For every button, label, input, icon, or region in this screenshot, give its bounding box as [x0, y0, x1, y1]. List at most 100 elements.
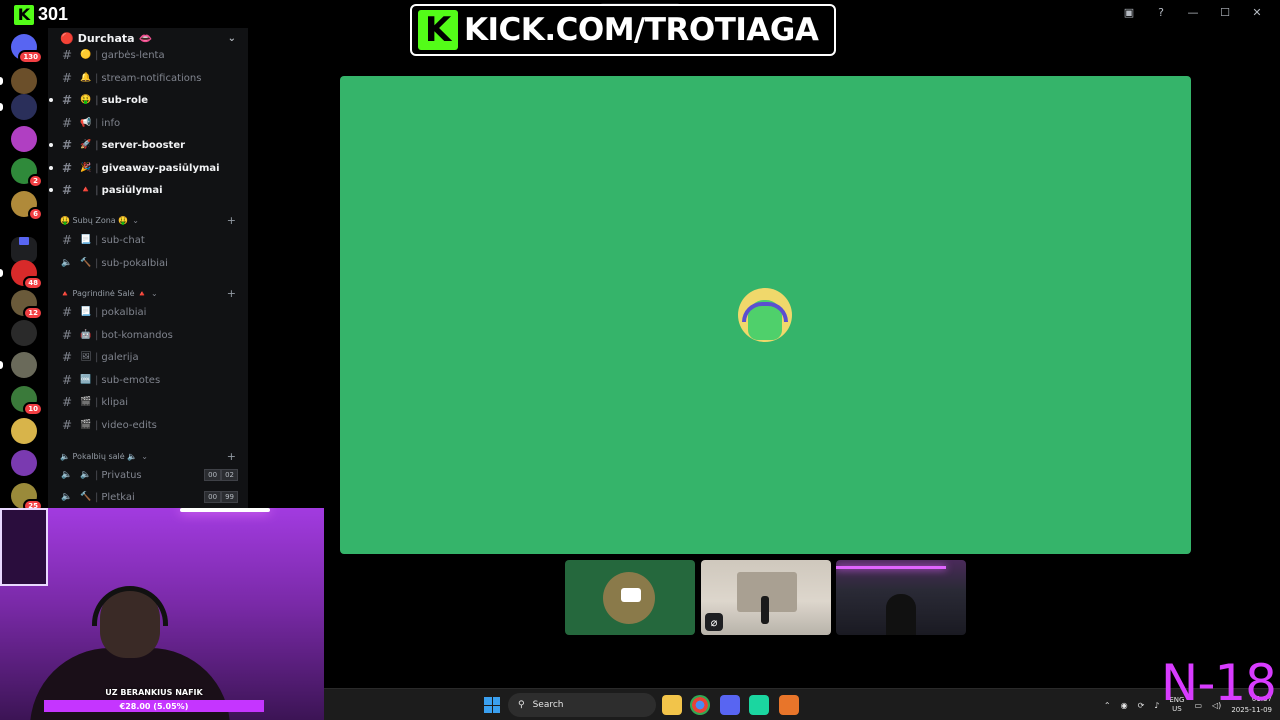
channel-item[interactable]: # 🎬 | video-edits: [48, 415, 248, 435]
server-icon[interactable]: [11, 68, 37, 94]
channel-item[interactable]: # 🔔 | stream-notifications: [48, 68, 248, 88]
separator: |: [95, 184, 99, 196]
donation-goal: UZ BERANKIUS NAFIK €28.00 (5.05%): [44, 688, 264, 712]
category-header[interactable]: 🤑 Subų Zona 🤑 ⌄ +: [48, 213, 248, 227]
discord-icon[interactable]: [720, 695, 740, 715]
separator: |: [95, 419, 99, 431]
add-channel-icon[interactable]: +: [227, 214, 236, 227]
category-header[interactable]: 🔈 Pokalbių salė 🔈 ⌄ +: [48, 449, 248, 463]
category-title: 🤑 Subų Zona 🤑: [60, 215, 129, 225]
chevron-down-icon: ⌄: [132, 215, 139, 225]
separator: |: [95, 234, 99, 246]
channel-item[interactable]: # 🚀 | server-booster: [48, 135, 248, 155]
chrome-icon[interactable]: [690, 695, 710, 715]
streaming-app-icon[interactable]: [749, 695, 769, 715]
taskbar-search[interactable]: ⚲ Search: [508, 693, 656, 717]
microphone-icon[interactable]: ♪: [1154, 701, 1159, 710]
channel-item[interactable]: # 🖼 | galerija: [48, 347, 248, 367]
channel-item[interactable]: # 🤖 | bot-komandos: [48, 325, 248, 345]
kick-logo-icon: K: [14, 4, 34, 25]
channel-item[interactable]: # 🟡 | garbės-lenta: [48, 45, 248, 65]
channel-item[interactable]: # 🎉 | giveaway-pasiūlymai: [48, 158, 248, 178]
server-icon[interactable]: [11, 126, 37, 152]
mention-badge: 2: [28, 174, 43, 188]
channel-item[interactable]: # 📃 | pokalbiai: [48, 302, 248, 322]
donation-title: UZ BERANKIUS NAFIK: [105, 688, 203, 697]
server-icon[interactable]: [11, 418, 37, 444]
channel-name: sub-emotes: [101, 374, 161, 386]
camera-icon: [621, 588, 641, 602]
add-channel-icon[interactable]: +: [227, 450, 236, 463]
call-stage[interactable]: [340, 76, 1191, 554]
server-icon[interactable]: 10: [11, 386, 43, 416]
channel-emoji: 🎬: [80, 420, 92, 430]
channel-name: bot-komandos: [101, 329, 173, 341]
separator: |: [95, 396, 99, 408]
participant-tile-3[interactable]: [836, 560, 966, 635]
channel-item[interactable]: # 📢 | info: [48, 113, 248, 133]
channel-name: sub-role: [101, 94, 149, 106]
channel-item[interactable]: # 📃 | sub-chat: [48, 230, 248, 250]
channel-name: pasiūlymai: [101, 184, 163, 196]
channel-item[interactable]: # 🆒 | sub-emotes: [48, 370, 248, 390]
participant-tile-1[interactable]: [565, 560, 695, 635]
add-channel-icon[interactable]: +: [227, 287, 236, 300]
server-icon[interactable]: 2: [11, 158, 43, 188]
separator: |: [95, 139, 99, 151]
donation-amount: €28.00 (5.05%): [44, 700, 264, 712]
tray-app-icon[interactable]: ◉: [1121, 701, 1128, 710]
separator: |: [95, 162, 99, 174]
sync-icon[interactable]: ⟳: [1138, 701, 1145, 710]
channel-name: garbės-lenta: [101, 49, 165, 61]
channel-item[interactable]: # 🔺 | pasiūlymai: [48, 180, 248, 200]
maximize-icon[interactable]: ☐: [1218, 6, 1232, 19]
channel-item[interactable]: 🔈 🔨 | sub-pokalbiai: [48, 253, 248, 273]
close-icon[interactable]: ✕: [1250, 6, 1264, 19]
chevron-down-icon: ⌄: [151, 288, 158, 298]
server-icon[interactable]: 6: [11, 191, 43, 221]
server-icon[interactable]: [11, 352, 37, 378]
neon-light: [180, 508, 270, 512]
server-icon[interactable]: 25: [11, 483, 43, 513]
windows-start-icon[interactable]: [484, 697, 500, 713]
hash-icon: #: [61, 233, 73, 247]
server-icon[interactable]: 12: [11, 290, 43, 320]
unread-dot: [49, 143, 53, 147]
obs-icon[interactable]: [779, 695, 799, 715]
user-max: 99: [221, 491, 238, 503]
minimize-icon[interactable]: —: [1186, 6, 1200, 19]
server-icon[interactable]: [11, 94, 37, 120]
gallery-icon[interactable]: ▣: [1122, 6, 1136, 19]
server-avatar: [11, 126, 37, 152]
mic-muted-icon: ⌀: [705, 613, 723, 631]
channel-item[interactable]: 🔈 🔨 | Pletkai 00 99: [48, 487, 248, 507]
category-header[interactable]: 🔺 Pagrindinė Salė 🔺 ⌄ +: [48, 286, 248, 300]
help-icon[interactable]: ?: [1154, 6, 1168, 19]
participant-tile-2[interactable]: ⌀: [701, 560, 831, 635]
server-icon[interactable]: [11, 450, 37, 476]
chevron-down-icon[interactable]: ⌄: [228, 33, 236, 44]
mention-badge: 130: [18, 50, 43, 64]
server-icon[interactable]: [11, 320, 37, 346]
channel-emoji: 🎬: [80, 397, 92, 407]
separator: |: [95, 469, 99, 481]
channel-emoji: 🔔: [80, 73, 92, 83]
tray-chevron-icon[interactable]: ⌃: [1104, 701, 1111, 710]
server-icon[interactable]: 48: [11, 260, 43, 290]
channel-name: klipai: [101, 396, 128, 408]
hash-icon: #: [61, 161, 73, 175]
file-explorer-icon[interactable]: [662, 695, 682, 715]
server-icon[interactable]: 130: [11, 34, 43, 64]
speaker-icon: 🔈: [61, 470, 73, 480]
channel-item[interactable]: # 🤑 | sub-role: [48, 90, 248, 110]
hash-icon: #: [61, 305, 73, 319]
channel-emoji: 🚀: [80, 140, 92, 150]
viewer-count: 301: [38, 4, 69, 24]
separator: |: [95, 72, 99, 84]
call-participant-avatar[interactable]: [738, 288, 792, 342]
server-icon[interactable]: [11, 228, 37, 263]
channel-item[interactable]: # 🎬 | klipai: [48, 392, 248, 412]
channel-item[interactable]: 🔈 🔈 | Privatus 00 02: [48, 465, 248, 485]
hash-icon: #: [61, 138, 73, 152]
channel-name: sub-pokalbiai: [101, 257, 168, 269]
